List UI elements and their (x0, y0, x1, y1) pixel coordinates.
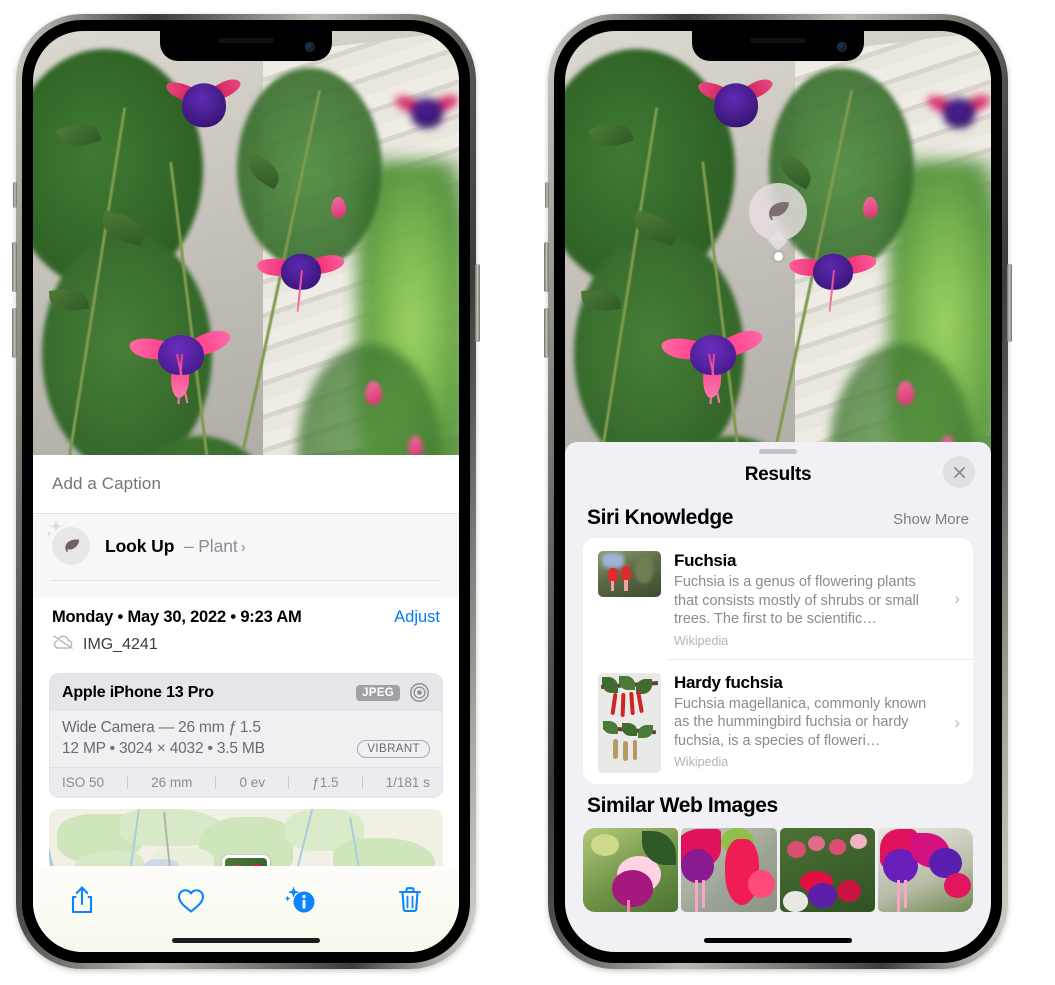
look-up-anchor-dot (773, 252, 783, 261)
look-up-dash: – (183, 535, 194, 556)
knowledge-card[interactable]: Hardy fuchsia Fuchsia magellanica, commo… (583, 660, 973, 784)
earpiece-speaker (750, 38, 806, 43)
volume-up-button[interactable] (12, 242, 17, 292)
knowledge-description: Fuchsia is a genus of flowering plants t… (674, 574, 919, 628)
exif-focal-length: 26 mm (151, 775, 193, 790)
leaf-icon (46, 520, 90, 565)
camera-info-card[interactable]: Apple iPhone 13 Pro JPEG Wide Camera — 2… (49, 673, 443, 798)
cloud-slash-icon (52, 634, 74, 655)
knowledge-source: Wikipedia (674, 633, 729, 648)
resolution-info: 12 MP • 3024 × 4032 • 3.5 MB (62, 740, 265, 757)
knowledge-source: Wikipedia (674, 755, 729, 770)
screen-left: Look Up – Plant› Monday • May 30, 2022 •… (33, 31, 459, 952)
device-notch (160, 31, 332, 61)
caption-input[interactable] (52, 474, 440, 494)
divider (215, 776, 217, 789)
close-icon (953, 466, 965, 478)
divider (52, 580, 440, 581)
chevron-right-icon: › (954, 589, 960, 609)
adjust-button[interactable]: Adjust (394, 608, 440, 627)
web-image-thumbnail[interactable] (681, 827, 777, 912)
section-title: Similar Web Images (587, 793, 778, 817)
look-up-bubble[interactable] (749, 183, 807, 261)
knowledge-title: Fuchsia (674, 551, 737, 570)
earpiece-speaker (218, 38, 274, 43)
divider (127, 776, 129, 789)
divider (288, 776, 290, 789)
camera-card-header: Apple iPhone 13 Pro JPEG (50, 674, 442, 711)
web-image-thumbnail[interactable] (779, 827, 875, 912)
exif-row: ISO 50 26 mm 0 ev ƒ1.5 1/181 s (50, 767, 442, 797)
info-button[interactable] (278, 879, 324, 921)
web-image-thumbnail[interactable] (877, 827, 973, 912)
leaf-icon (749, 183, 807, 241)
similar-web-images-row (565, 827, 991, 912)
results-title: Results (744, 464, 812, 485)
iphone-right: Results Siri Knowledge Show More Fuchsia… (544, 14, 1012, 969)
iphone-left: Look Up – Plant› Monday • May 30, 2022 •… (12, 14, 480, 969)
device-notch (692, 31, 864, 61)
camera-model: Apple iPhone 13 Pro (62, 683, 214, 701)
siri-knowledge-header: Siri Knowledge Show More (565, 496, 991, 538)
front-camera (837, 42, 847, 52)
share-button[interactable] (59, 879, 105, 921)
close-button[interactable] (943, 456, 975, 488)
lens-info: Wide Camera — 26 mm ƒ 1.5 (62, 719, 261, 736)
device-bezel: Look Up – Plant› Monday • May 30, 2022 •… (22, 20, 470, 963)
similar-web-images-header: Similar Web Images (565, 784, 991, 824)
caption-input-row[interactable] (33, 455, 459, 513)
favorite-button[interactable] (168, 879, 214, 921)
home-indicator[interactable] (172, 938, 320, 943)
knowledge-title: Hardy fuchsia (674, 672, 783, 692)
camera-card-body: Wide Camera — 26 mm ƒ 1.5 12 MP • 3024 ×… (50, 711, 442, 767)
knowledge-card[interactable]: Fuchsia Fuchsia is a genus of flowering … (583, 538, 973, 659)
delete-button[interactable] (387, 879, 433, 921)
exif-exposure-bias: 0 ev (239, 775, 266, 790)
chevron-right-icon: › (954, 712, 960, 732)
knowledge-description: Fuchsia magellanica, commonly known as t… (674, 695, 927, 749)
divider (361, 776, 363, 789)
format-badge: JPEG (356, 684, 400, 701)
visual-lookup-results-sheet: Results Siri Knowledge Show More Fuchsia… (565, 442, 991, 952)
knowledge-thumbnail (598, 672, 661, 773)
look-up-row[interactable]: Look Up – Plant › (46, 520, 440, 565)
file-name: IMG_4241 (83, 635, 158, 653)
silent-switch[interactable] (13, 182, 17, 208)
exif-iso: ISO 50 (62, 775, 105, 790)
volume-down-button[interactable] (544, 308, 549, 358)
chevron-right-icon: › (240, 538, 246, 556)
photo-info-sheet: Look Up – Plant› Monday • May 30, 2022 •… (33, 455, 459, 952)
home-indicator[interactable] (704, 938, 852, 943)
look-up-label: Look Up – Plant › (105, 536, 246, 557)
capture-date: Monday • May 30, 2022 • 9:23 AM (52, 608, 302, 626)
volume-down-button[interactable] (12, 308, 17, 358)
device-bezel: Results Siri Knowledge Show More Fuchsia… (554, 20, 1002, 963)
metadata-block: Monday • May 30, 2022 • 9:23 AM Adjust I… (33, 598, 459, 662)
section-title: Siri Knowledge (587, 506, 734, 529)
web-image-thumbnail[interactable] (583, 827, 679, 912)
aperture-icon (409, 682, 430, 703)
exif-shutter-speed: 1/181 s (385, 775, 430, 790)
exif-aperture: ƒ1.5 (312, 775, 339, 790)
photographic-style-badge: VIBRANT (357, 740, 430, 758)
power-button[interactable] (1007, 264, 1012, 342)
look-up-block: Look Up – Plant › (33, 514, 459, 598)
knowledge-thumbnail (598, 551, 661, 597)
siri-knowledge-cards: Fuchsia Fuchsia is a genus of flowering … (583, 538, 973, 784)
front-camera (305, 42, 315, 52)
results-header: Results (565, 454, 991, 496)
power-button[interactable] (475, 264, 480, 342)
silent-switch[interactable] (545, 182, 549, 208)
show-more-button[interactable]: Show More (893, 511, 969, 528)
volume-up-button[interactable] (544, 242, 549, 292)
screen-right: Results Siri Knowledge Show More Fuchsia… (565, 31, 991, 952)
look-up-title: Look Up (105, 535, 175, 556)
screenshot-root: Look Up – Plant› Monday • May 30, 2022 •… (0, 0, 1055, 985)
look-up-subject: Plant (198, 535, 238, 556)
